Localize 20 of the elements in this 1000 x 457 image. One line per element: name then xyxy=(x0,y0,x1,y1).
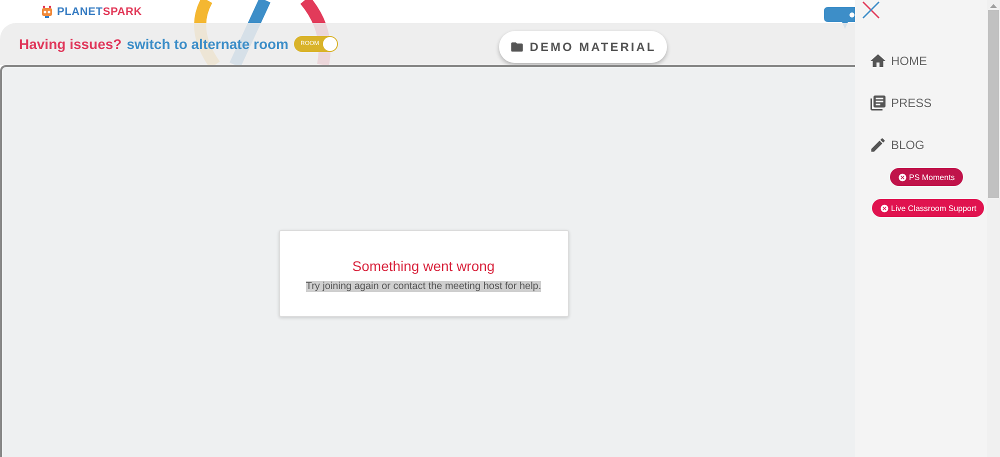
issue-text: Having issues? xyxy=(19,36,122,52)
error-message: Try joining again or contact the meeting host for help. xyxy=(306,281,542,292)
press-icon xyxy=(869,94,887,112)
home-icon xyxy=(869,52,887,70)
brand-logo-text: PLANETSPARK xyxy=(57,6,142,18)
folder-icon xyxy=(510,40,524,54)
nav-link[interactable]: HOME xyxy=(869,40,987,82)
scroll-up-icon[interactable] xyxy=(990,4,997,8)
robot-logo-icon xyxy=(40,5,54,19)
blog-icon xyxy=(869,136,887,154)
nav-link[interactable]: PRESS xyxy=(869,82,987,124)
scrollbar[interactable] xyxy=(987,0,1000,457)
error-title: Something went wrong xyxy=(352,258,495,274)
support-pill-button[interactable]: PS Moments xyxy=(890,168,963,186)
alternate-room-link[interactable]: switch to alternate room xyxy=(126,36,289,52)
demo-material-button[interactable]: DEMO MATERIAL xyxy=(499,31,667,63)
close-icon[interactable] xyxy=(861,0,881,20)
scrollbar-thumb[interactable] xyxy=(988,10,999,198)
support-pill-button[interactable]: Live Classroom Support xyxy=(872,199,984,217)
nav-link[interactable]: BLOG xyxy=(869,124,987,166)
